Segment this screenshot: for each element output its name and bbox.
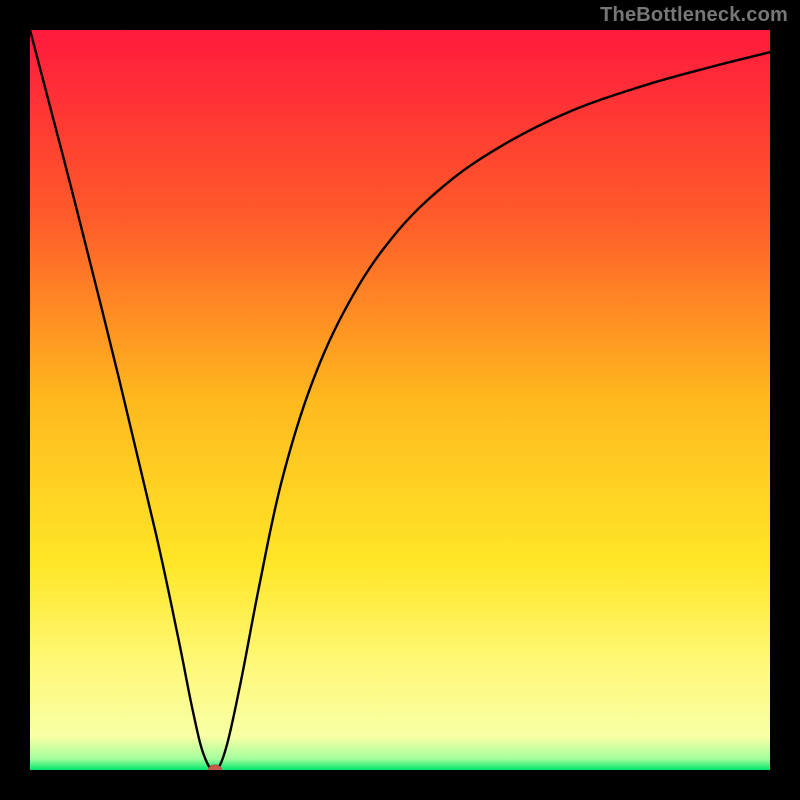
chart-stage: TheBottleneck.com	[0, 0, 800, 800]
plot-area	[30, 30, 770, 770]
optimal-point-marker	[208, 765, 222, 771]
bottleneck-curve	[30, 30, 770, 770]
watermark-text: TheBottleneck.com	[600, 4, 788, 27]
